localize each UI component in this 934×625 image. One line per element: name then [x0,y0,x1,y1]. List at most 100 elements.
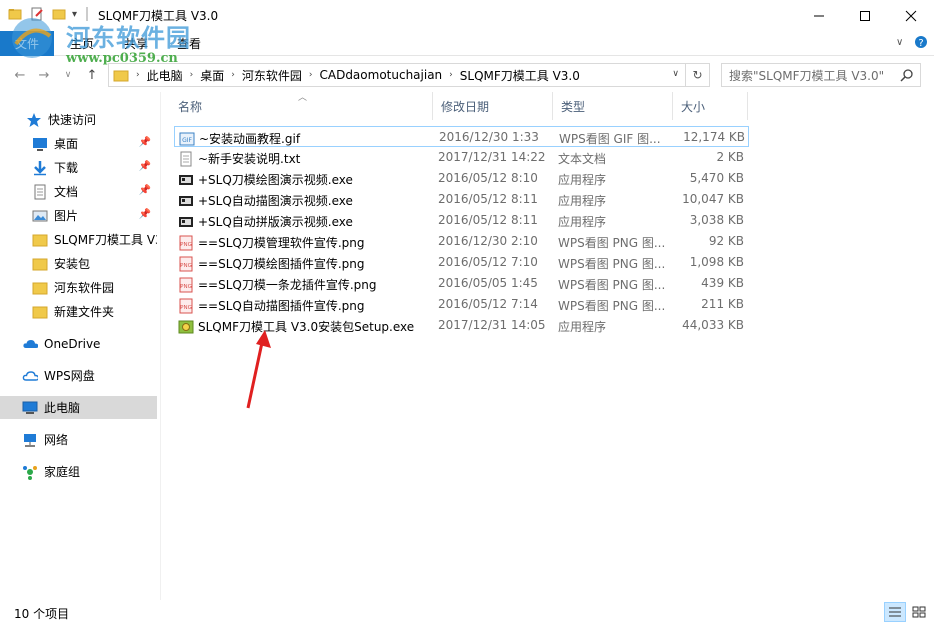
file-name: ~安装动画教程.gif [199,132,301,146]
search-input[interactable]: 搜索"SLQMF刀模工具 V3.0" [721,63,921,87]
file-date: 2016/12/30 1:33 [439,130,539,144]
pin-icon[interactable]: 📌 [139,137,151,148]
sidebar-item-label: 新建文件夹 [54,305,115,319]
sidebar-item-pictures[interactable]: 图片 📌 [0,204,157,227]
file-row[interactable]: PNG ==SLQ自动描图插件宣传.png 2016/05/12 7:14 WP… [174,294,749,315]
sidebar-item-label: 桌面 [54,137,79,151]
minimize-icon [814,15,824,16]
minimize-button[interactable] [796,0,842,31]
tab-file[interactable]: 文件 [0,31,54,56]
sidebar-item-network[interactable]: 网络 [0,428,157,451]
file-date: 2016/05/05 1:45 [438,276,538,290]
file-name-cell: ~新手安装说明.txt [178,150,300,167]
png-icon: PNG [178,235,194,251]
file-name: ==SLQ刀模管理软件宣传.png [198,236,365,250]
sidebar-item-documents[interactable]: 文档 📌 [0,180,157,203]
tab-home[interactable]: 主页 [70,35,94,52]
large-icons-view-button[interactable] [908,602,930,622]
up-button[interactable]: ↑ [82,65,102,85]
column-header-type[interactable]: 类型 [553,92,672,120]
file-date: 2016/05/12 8:11 [438,192,538,206]
search-icon[interactable] [900,68,914,85]
breadcrumb-desktop[interactable]: 桌面 [196,67,228,84]
breadcrumb-separator-icon[interactable]: › [306,70,316,80]
sidebar-item-install-package[interactable]: 安装包 [0,252,157,275]
sidebar-item-label: 安装包 [54,257,91,271]
file-row[interactable]: PNG ==SLQ刀模绘图插件宣传.png 2016/05/12 7:10 WP… [174,252,749,273]
title-bar: ▾ SLQMF刀模工具 V3.0 [0,0,934,31]
refresh-button[interactable]: ↻ [686,63,710,87]
sidebar-item-label: 家庭组 [44,465,81,479]
breadcrumb-separator-icon[interactable]: › [228,70,238,80]
sidebar-item-onedrive[interactable]: OneDrive [0,332,157,355]
forward-button[interactable]: → [34,65,54,85]
sidebar-item-this-pc[interactable]: 此电脑 [0,396,157,419]
maximize-button[interactable] [842,0,888,31]
close-button[interactable] [888,0,934,31]
svg-text:?: ? [918,38,923,49]
breadcrumb-caddaomotuchajian[interactable]: CADdaomotuchajian [315,68,446,82]
sidebar-item-downloads[interactable]: 下载 📌 [0,156,157,179]
sidebar-item-new-folder[interactable]: 新建文件夹 [0,300,157,323]
folder-icon [32,304,48,320]
file-type: WPS看图 GIF 图... [559,132,661,146]
back-arrow-icon: ← [14,67,26,83]
file-row[interactable]: PNG ==SLQ刀模一条龙插件宣传.png 2016/05/05 1:45 W… [174,273,749,294]
sidebar-item-label: SLQMF刀模工具 V3.0 [54,233,157,247]
new-folder-icon[interactable] [52,7,66,21]
tab-view[interactable]: 查看 [177,35,201,52]
file-row[interactable]: +SLQ刀模绘图演示视频.exe 2016/05/12 8:10 应用程序 5,… [174,168,749,189]
file-row[interactable]: ~新手安装说明.txt 2017/12/31 14:22 文本文档 2 KB [174,147,749,168]
file-name: ==SLQ刀模一条龙插件宣传.png [198,278,377,292]
pin-icon[interactable]: 📌 [139,185,151,196]
column-divider[interactable] [747,92,748,120]
file-row[interactable]: GIF ~安装动画教程.gif 2016/12/30 1:33 WPS看图 GI… [174,126,749,147]
breadcrumb-separator-icon[interactable]: › [187,70,197,80]
file-date: 2016/05/12 7:14 [438,297,538,311]
recent-locations-button[interactable]: ∨ [58,65,78,85]
sidebar-item-hedong[interactable]: 河东软件园 [0,276,157,299]
file-date: 2016/05/12 8:11 [438,213,538,227]
pane-splitter[interactable] [160,92,161,600]
customize-toolbar-icon[interactable]: ▾ [72,9,86,23]
file-row[interactable]: PNG ==SLQ刀模管理软件宣传.png 2016/12/30 2:10 WP… [174,231,749,252]
breadcrumb-current-folder[interactable]: SLQMF刀模工具 V3.0 [456,67,584,84]
sidebar-item-homegroup[interactable]: 家庭组 [0,460,157,483]
column-header-name[interactable]: 名称 [170,92,432,120]
file-type: WPS看图 PNG 图... [558,257,666,271]
sidebar-item-slqmf-folder[interactable]: SLQMF刀模工具 V3.0 [0,228,157,251]
back-button[interactable]: ← [10,65,30,85]
column-header-size[interactable]: 大小 [673,92,747,120]
tab-share[interactable]: 共享 [124,35,148,52]
sidebar-item-desktop[interactable]: 桌面 📌 [0,132,157,155]
folder-icon[interactable] [8,7,22,21]
file-type: 应用程序 [558,173,607,187]
sidebar-item-wps-cloud[interactable]: WPS网盘 [0,364,157,387]
properties-icon[interactable] [30,7,44,21]
breadcrumb-separator-icon[interactable]: › [133,70,143,80]
file-row[interactable]: +SLQ自动拼版演示视频.exe 2016/05/12 8:11 应用程序 3,… [174,210,749,231]
help-icon[interactable]: ? [914,35,928,52]
breadcrumb-this-pc[interactable]: 此电脑 [143,67,187,84]
expand-ribbon-icon[interactable]: ∨ [896,37,903,48]
annotation-arrow-icon [246,330,271,409]
file-type: 文本文档 [558,152,607,166]
sidebar-item-quick-access[interactable]: 快速访问 [0,108,157,131]
file-name-cell: +SLQ自动拼版演示视频.exe [178,213,353,230]
pin-icon[interactable]: 📌 [139,209,151,220]
details-view-button[interactable] [884,602,906,622]
file-name: ==SLQ自动描图插件宣传.png [198,299,365,313]
download-icon [32,160,48,176]
file-name: +SLQ刀模绘图演示视频.exe [198,173,353,187]
address-bar[interactable]: › 此电脑 › 桌面 › 河东软件园 › CADdaomotuchajian ›… [108,63,686,87]
file-row[interactable]: +SLQ自动描图演示视频.exe 2016/05/12 8:11 应用程序 10… [174,189,749,210]
address-dropdown-icon[interactable]: ∨ [672,69,679,79]
pin-icon[interactable]: 📌 [139,161,151,172]
title-separator [86,7,88,21]
file-name-cell: +SLQ刀模绘图演示视频.exe [178,171,353,188]
breadcrumb-separator-icon[interactable]: › [446,70,456,80]
file-size: 2 KB [716,150,744,164]
breadcrumb-hedong[interactable]: 河东软件园 [238,67,306,84]
file-date: 2016/05/12 8:10 [438,171,538,185]
column-header-date[interactable]: 修改日期 [433,92,552,120]
